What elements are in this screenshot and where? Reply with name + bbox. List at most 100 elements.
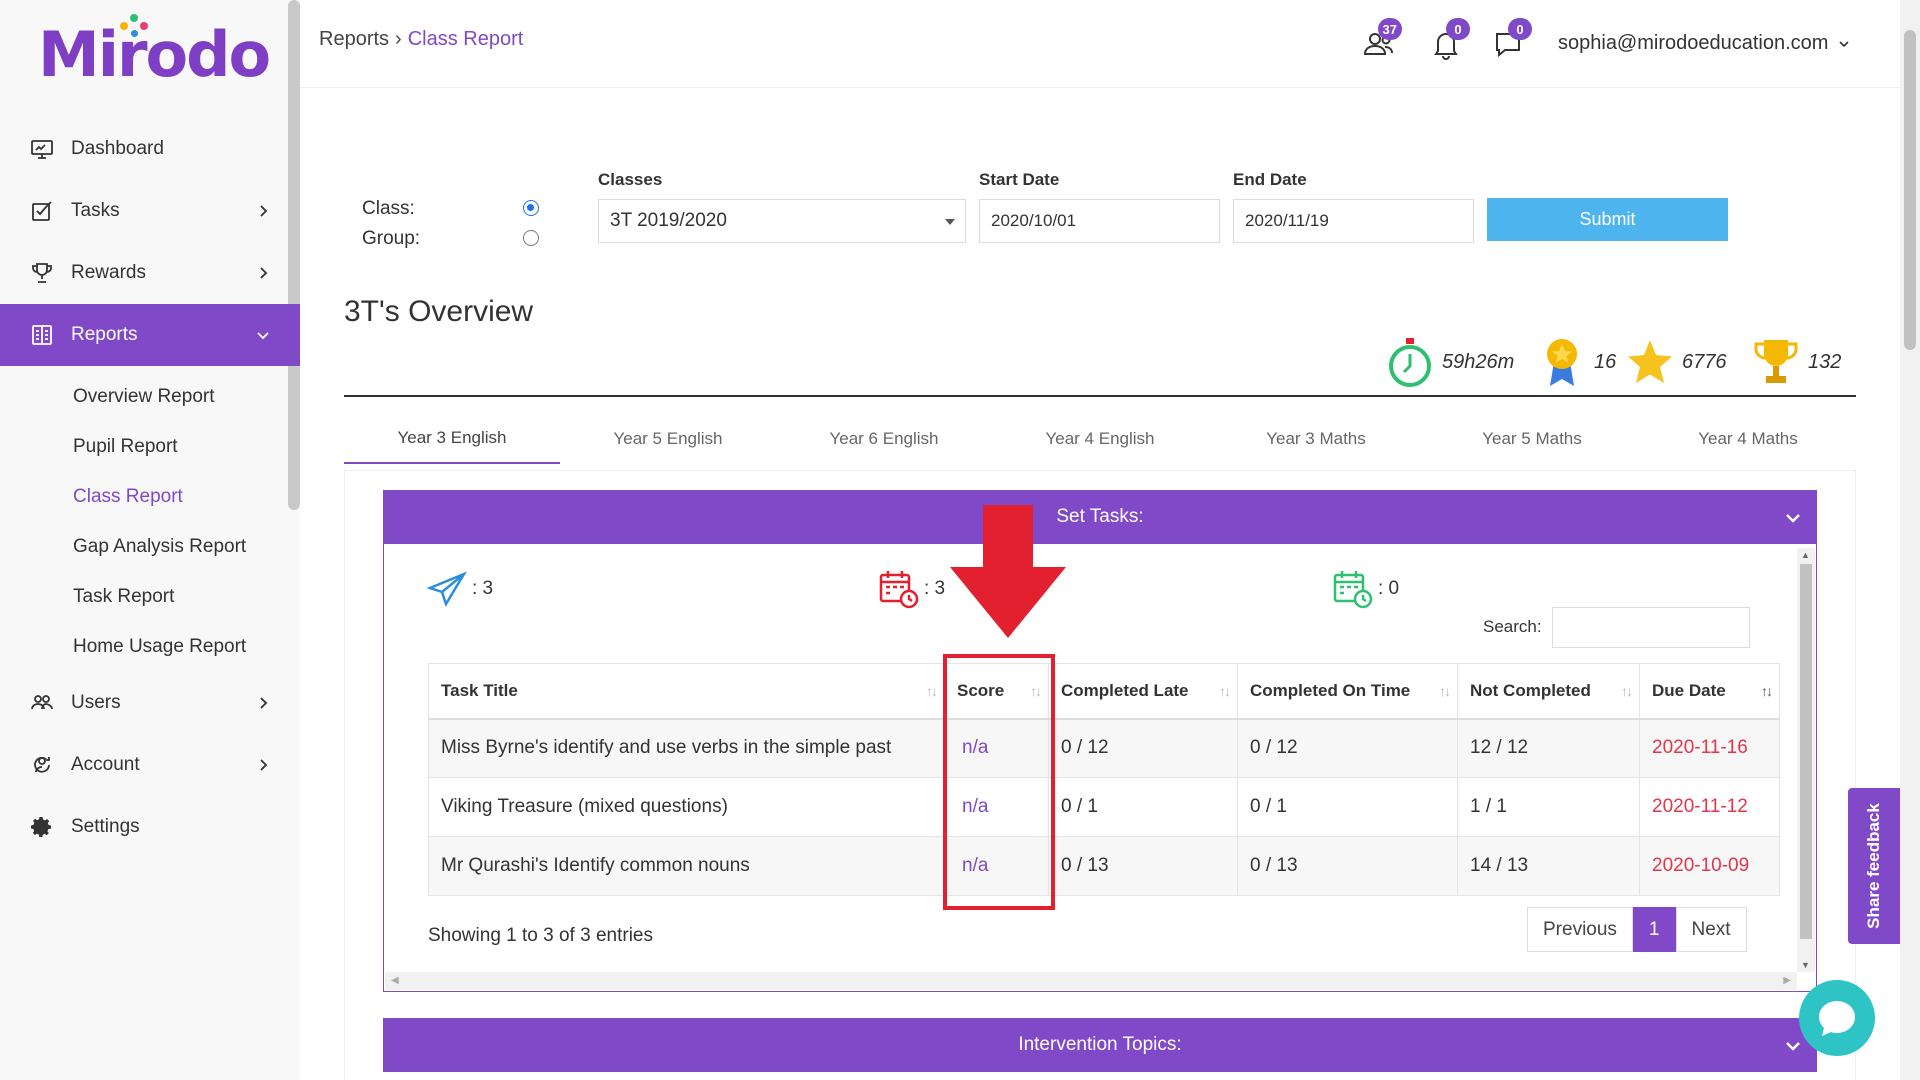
class-radio[interactable] [523,200,539,216]
page-scrollbar-thumb[interactable] [1904,30,1916,350]
table-header-row: Task Title ↑↓ Score ↑↓ Completed Late ↑↓ Co… [428,663,1780,720]
completed-late-cell: 0 / 1 [1048,777,1238,837]
column-label: Due Date [1652,680,1726,700]
scroll-up-icon[interactable]: ▲ [1801,550,1810,560]
column-header-completed-on-time[interactable]: Completed On Time ↑↓ [1237,663,1458,720]
due-count: : 3 [924,578,946,599]
search-label: Search: [1483,617,1542,636]
sidebar-item-account[interactable]: Account [0,734,300,796]
table-info: Showing 1 to 3 of 3 entries [428,925,653,946]
class-radio-label: Class: [362,198,415,219]
sidebar-item-reports[interactable]: Reports [0,304,300,366]
paper-plane-icon [426,571,468,607]
intervention-topics-title: Intervention Topics: [1018,1034,1182,1055]
reports-icon [32,325,52,345]
tab-year-4-english[interactable]: Year 4 English [992,414,1208,464]
sidebar-link-task-report[interactable]: Task Report [0,572,300,622]
classes-select-value: 3T 2019/2020 [610,210,727,231]
subject-tabs: Year 3 English Year 5 English Year 6 Eng… [344,414,1856,464]
scroll-left-icon[interactable]: ◀ [391,975,399,986]
user-email: sophia@mirodoeducation.com [1558,32,1829,54]
previous-page-button[interactable]: Previous [1527,907,1633,952]
sidebar-link-overview-report[interactable]: Overview Report [0,372,300,422]
due-counter: : 3 [878,568,945,610]
medal-icon [1547,339,1577,386]
due-date-cell: 2020-11-16 [1639,718,1780,778]
sidebar-item-dashboard[interactable]: Dashboard [0,118,300,180]
chevron-down-icon [1786,1042,1800,1051]
next-page-button[interactable]: Next [1675,907,1747,952]
sort-icon: ↑↓ [1761,682,1773,699]
trophies-stat: 132 [1752,336,1841,388]
sidebar-link-class-report[interactable]: Class Report [0,472,300,522]
submit-button[interactable]: Submit [1487,198,1728,241]
start-date-label: Start Date [979,170,1060,189]
sidebar-link-home-usage-report[interactable]: Home Usage Report [0,622,300,672]
tab-year-3-english[interactable]: Year 3 English [344,414,560,464]
score-column-highlight [943,654,1055,910]
sidebar-item-tasks[interactable]: Tasks [0,180,300,242]
users-badge: 37 [1377,18,1402,40]
column-label: Completed Late [1061,680,1189,700]
chat-bubble-icon [1819,1001,1855,1036]
share-feedback-button[interactable]: Share feedback [1848,788,1900,944]
messages-button[interactable]: 0 [1488,18,1532,64]
task-title-cell: Viking Treasure (mixed questions) [428,777,945,837]
set-tasks-title: Set Tasks: [1056,506,1144,527]
tab-year-5-maths[interactable]: Year 5 Maths [1424,414,1640,464]
scroll-down-icon[interactable]: ▼ [1801,960,1810,970]
column-header-task-title[interactable]: Task Title ↑↓ [428,663,945,720]
sidebar-link-gap-analysis-report[interactable]: Gap Analysis Report [0,522,300,572]
done-counter: : 0 [1332,568,1399,610]
set-tasks-table: Task Title ↑↓ Score ↑↓ Completed Late ↑↓ Co… [428,663,1780,896]
table-row[interactable]: Viking Treasure (mixed questions) n/a 0 … [428,777,1780,837]
column-header-due-date[interactable]: Due Date ↑↓ [1639,663,1780,720]
classes-select[interactable]: 3T 2019/2020 [598,199,966,243]
tab-year-3-maths[interactable]: Year 3 Maths [1208,414,1424,464]
sidebar-link-pupil-report[interactable]: Pupil Report [0,422,300,472]
column-header-completed-late[interactable]: Completed Late ↑↓ [1048,663,1238,720]
scroll-right-icon[interactable]: ▶ [1783,975,1791,986]
page-1-button[interactable]: 1 [1632,907,1676,952]
time-stat: 59h26m [1386,336,1514,388]
notifications-button[interactable]: 0 [1426,18,1470,64]
chevron-right-icon [260,697,268,709]
completed-on-time-cell: 0 / 1 [1237,777,1458,837]
classes-label: Classes [598,170,663,189]
start-date-input[interactable]: 2020/10/01 [979,199,1220,243]
user-menu[interactable]: sophia@mirodoeducation.com [1558,32,1850,55]
due-date-cell: 2020-11-12 [1639,777,1780,837]
end-date-input[interactable]: 2020/11/19 [1233,199,1474,243]
page-scrollbar[interactable] [1900,0,1920,1080]
reports-submenu: Overview Report Pupil Report Class Repor… [0,366,300,672]
tab-year-5-english[interactable]: Year 5 English [560,414,776,464]
page-title: 3T's Overview [344,295,534,328]
table-row[interactable]: Miss Byrne's identify and use verbs in t… [428,718,1780,778]
intervention-topics-header[interactable]: Intervention Topics: [383,1018,1817,1072]
panel-vertical-scrollbar[interactable]: ▲ ▼ [1797,548,1815,972]
medals-stat: 16 [1538,336,1616,388]
share-feedback-label: Share feedback [1864,803,1883,929]
completed-late-cell: 0 / 12 [1048,718,1238,778]
chat-widget-button[interactable] [1799,980,1875,1056]
sidebar-item-label: Settings [71,816,140,837]
search-input[interactable] [1552,607,1750,648]
set-tasks-header[interactable]: Set Tasks: [383,490,1817,544]
users-group-button[interactable]: 37 [1358,18,1402,64]
tab-year-6-english[interactable]: Year 6 English [776,414,992,464]
notifications-badge: 0 [1446,18,1470,40]
messages-badge: 0 [1508,18,1532,40]
not-completed-cell: 12 / 12 [1457,718,1640,778]
sidebar-item-users[interactable]: Users [0,672,300,734]
column-header-not-completed[interactable]: Not Completed ↑↓ [1457,663,1640,720]
panel-vertical-scrollbar-thumb[interactable] [1800,564,1812,939]
account-icon [34,756,50,773]
panel-horizontal-scrollbar[interactable]: ◀ ▶ [385,972,1797,990]
table-row[interactable]: Mr Qurashi's Identify common nouns n/a 0… [428,836,1780,896]
sidebar-item-settings[interactable]: Settings [0,796,300,858]
breadcrumb-reports[interactable]: Reports [319,28,389,51]
group-radio[interactable] [523,230,539,246]
tab-year-4-maths[interactable]: Year 4 Maths [1640,414,1856,464]
sidebar-item-rewards[interactable]: Rewards [0,242,300,304]
chevron-right-icon [260,205,268,217]
